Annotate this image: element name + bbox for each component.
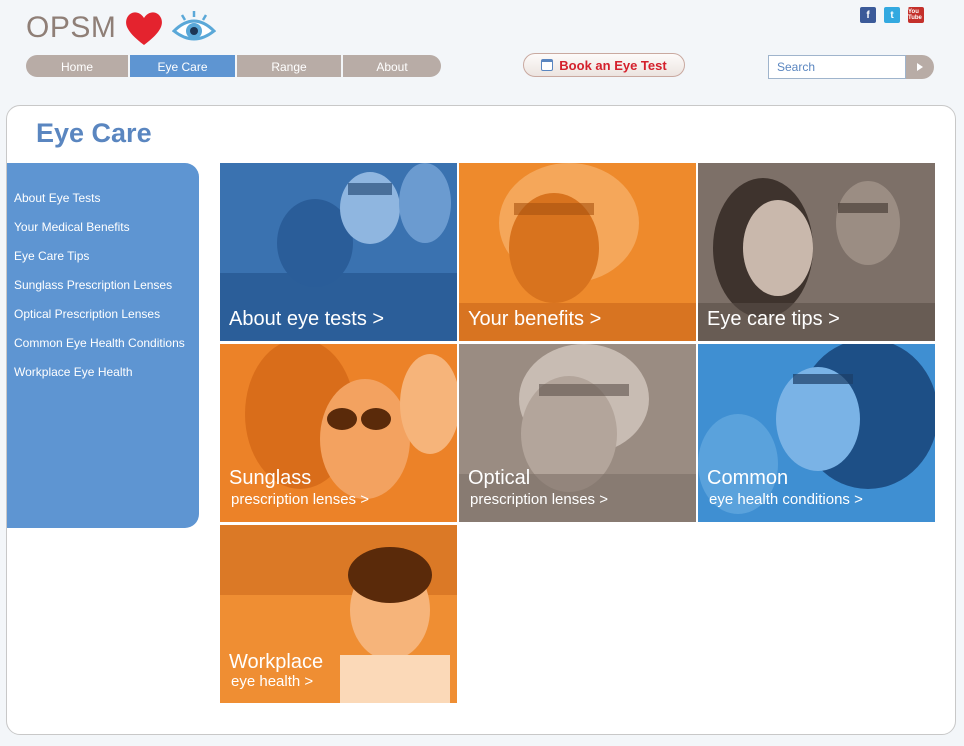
opsm-logo[interactable]: OPSM — [26, 10, 217, 46]
tile-eye-care-tips[interactable]: Eye care tips > — [698, 163, 935, 341]
search-submit-button[interactable] — [906, 55, 934, 79]
tile-title: Eye care tips > — [707, 308, 840, 330]
sidebar-item-medical-benefits[interactable]: Your Medical Benefits — [7, 220, 199, 249]
nav-home[interactable]: Home — [26, 55, 128, 77]
heart-icon — [126, 12, 163, 46]
tile-subtitle: eye health > — [231, 673, 314, 690]
sidebar-item-eye-health-conditions[interactable]: Common Eye Health Conditions — [7, 336, 199, 365]
main-nav: Home Eye Care Range About — [26, 55, 441, 77]
youtube-icon[interactable]: You Tube — [908, 7, 924, 23]
sidebar-item-optical-lenses[interactable]: Optical Prescription Lenses — [7, 307, 199, 336]
tile-subtitle: eye health conditions > — [709, 491, 863, 508]
search-bar — [768, 55, 934, 79]
eye-icon — [172, 11, 217, 41]
tile-optical-lenses[interactable]: Optical prescription lenses > — [459, 344, 696, 522]
tile-about-eye-tests[interactable]: About eye tests > — [220, 163, 457, 341]
sidebar-item-workplace-eye-health[interactable]: Workplace Eye Health — [7, 365, 199, 394]
tile-title: About eye tests > — [229, 308, 385, 330]
tile-sunglass-lenses[interactable]: Sunglass prescription lenses > — [220, 344, 457, 522]
sidebar: About Eye Tests Your Medical Benefits Ey… — [7, 163, 199, 528]
tile-subtitle: prescription lenses > — [231, 491, 369, 508]
tile-eye-health-conditions[interactable]: Common eye health conditions > — [698, 344, 935, 522]
calendar-icon — [541, 59, 554, 71]
facebook-icon[interactable]: f — [860, 7, 876, 23]
nav-about[interactable]: About — [343, 55, 441, 77]
tile-workplace-eye-health[interactable]: Workplace eye health > — [220, 525, 457, 703]
search-input[interactable] — [768, 55, 906, 79]
tile-title: Sunglass — [229, 467, 312, 489]
tile-title: Workplace — [229, 651, 324, 673]
tile-subtitle: prescription lenses > — [470, 491, 608, 508]
brand-name: OPSM — [26, 11, 117, 44]
twitter-icon[interactable]: t — [884, 7, 900, 23]
book-eye-test-button[interactable]: Book an Eye Test — [523, 53, 685, 77]
tile-title: Your benefits > — [468, 308, 602, 330]
tile-title: Common — [707, 467, 789, 489]
sidebar-item-sunglass-lenses[interactable]: Sunglass Prescription Lenses — [7, 278, 199, 307]
book-eye-test-label: Book an Eye Test — [559, 57, 667, 73]
nav-eye-care[interactable]: Eye Care — [130, 55, 235, 77]
nav-range[interactable]: Range — [237, 55, 341, 77]
sidebar-item-about-eye-tests[interactable]: About Eye Tests — [7, 191, 199, 220]
sidebar-item-eye-care-tips[interactable]: Eye Care Tips — [7, 249, 199, 278]
tile-title: Optical — [468, 467, 531, 489]
social-links: f t You Tube — [860, 7, 924, 23]
page-title: Eye Care — [36, 118, 152, 148]
tile-your-benefits[interactable]: Your benefits > — [459, 163, 696, 341]
arrow-right-icon — [917, 63, 923, 71]
